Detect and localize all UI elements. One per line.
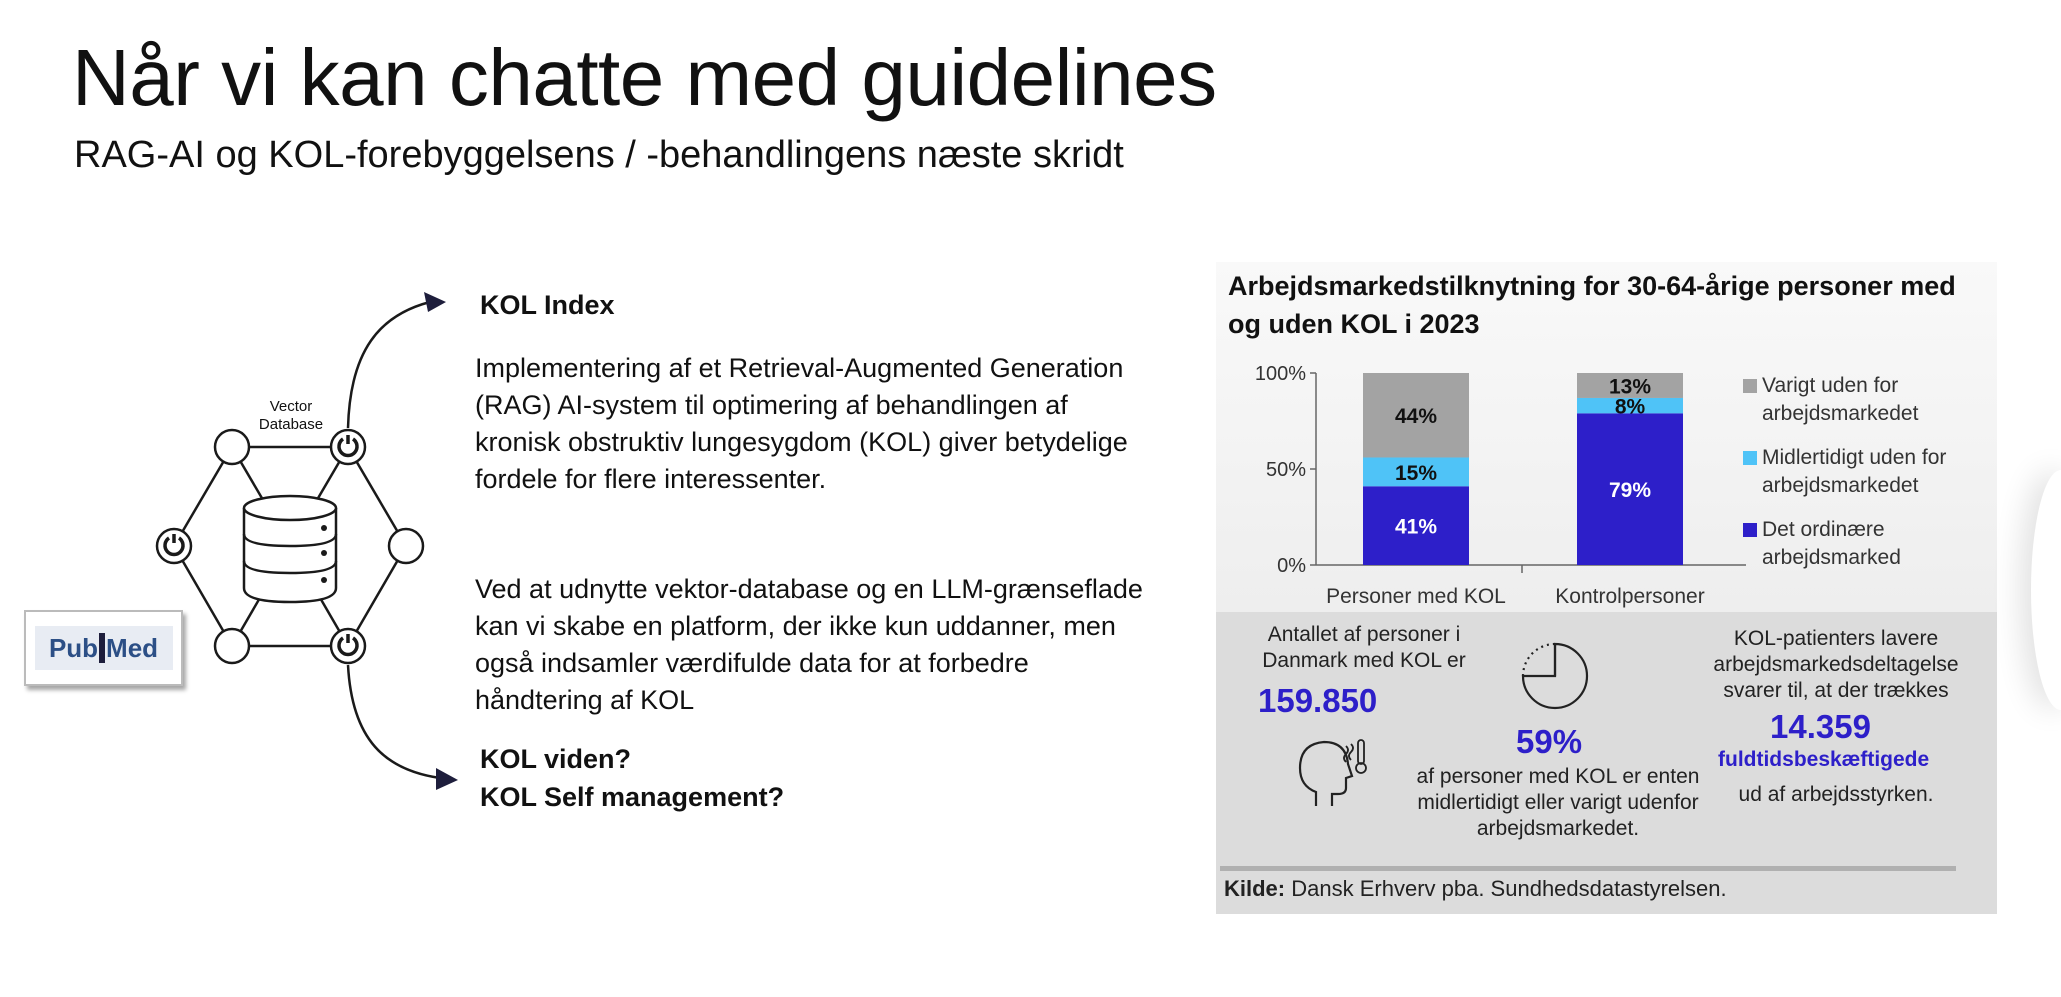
body-paragraph-1: Implementering af et Retrieval-Augmented…: [475, 353, 1128, 494]
vector-database-diagram: Vector Database: [0, 250, 480, 850]
source-divider: [1220, 866, 1956, 871]
body-paragraph-2: Ved at udnytte vektor-database og en LLM…: [475, 574, 1143, 715]
legend-label: Varigt uden for: [1762, 374, 1898, 397]
bar-data-label: 13%: [1609, 375, 1651, 398]
legend-label: Det ordinære: [1762, 518, 1885, 541]
page-edge-shadow: [2031, 470, 2061, 710]
bar-data-label: 15%: [1395, 462, 1437, 485]
db-label-line-1: Vector: [269, 398, 313, 415]
y-tick-label: 100%: [1255, 363, 1306, 385]
legend-swatch: [1743, 523, 1757, 537]
count-intro-text: Antallet af personer i Danmark med KOL e…: [1262, 623, 1466, 672]
legend-swatch: [1743, 379, 1757, 393]
y-tick-label: 0%: [1277, 555, 1306, 577]
logo-text-right: Med: [106, 632, 159, 663]
share-text: af personer med KOL er enten midlertidig…: [1416, 765, 1700, 840]
bar-data-label: 44%: [1395, 405, 1437, 428]
logo-bar-icon: [99, 633, 106, 663]
person-fever-icon: [1298, 739, 1367, 806]
chart-panel: 100% 50% 0% 41% 15% 44% Personer med KOL 79% 8% 1…: [1216, 262, 1997, 612]
infographic-panel: 100% 50% 0% 41% 15% 44% Personer med KOL 79% 8% 1…: [1216, 262, 1997, 914]
vector-database-label: Vector Database: [231, 398, 351, 434]
fte-unit: fuldtidsbeskæftigede: [1718, 748, 1930, 771]
share-value: 59%: [1516, 723, 1583, 760]
y-tick-label: 50%: [1266, 459, 1306, 481]
kol-index-label: KOL Index: [480, 290, 615, 320]
legend-label-cont: arbejdsmarkedet: [1762, 402, 1919, 425]
chart-title: Arbejdsmarkedstilknytning for 30-64-årig…: [1228, 271, 1956, 339]
kol-self-management-label: KOL Self management?: [480, 782, 785, 812]
bar-data-label: 8%: [1615, 396, 1646, 419]
network-graph-icon: [155, 292, 458, 790]
legend-label-cont: arbejdsmarkedet: [1762, 474, 1919, 497]
slide-title: Når vi kan chatte med guidelines: [72, 33, 1217, 122]
db-label-line-2: Database: [258, 416, 324, 433]
slide-subtitle: RAG-AI og KOL-forebyggelsens / -behandli…: [74, 134, 1124, 176]
pubmed-logo: Pub Med: [24, 610, 183, 686]
kol-viden-label: KOL viden?: [480, 744, 632, 774]
source-line: Kilde: Dansk Erhverv pba. Sundhedsdatast…: [1224, 876, 1727, 902]
source-label: Kilde:: [1224, 876, 1286, 901]
fte-intro-text: KOL-patienters lavere arbejdsmarkedsdelt…: [1713, 627, 1959, 702]
bar-data-label: 41%: [1395, 516, 1437, 539]
legend-label-cont: arbejdsmarked: [1762, 546, 1901, 569]
fte-outro-text: ud af arbejdsstyrken.: [1738, 783, 1934, 806]
fte-value: 14.359: [1770, 708, 1871, 745]
bar-data-label: 79%: [1609, 479, 1651, 502]
count-value: 159.850: [1258, 682, 1378, 719]
logo-text-left: Pub: [48, 632, 99, 663]
pie-clock-icon: [1521, 642, 1589, 710]
source-text: Dansk Erhverv pba. Sundhedsdatastyrelsen…: [1291, 876, 1727, 901]
legend-label: Midlertidigt uden for: [1762, 446, 1946, 469]
legend-swatch: [1743, 451, 1757, 465]
x-category-label: Personer med KOL: [1326, 585, 1506, 608]
x-category-label: Kontrolpersoner: [1555, 585, 1704, 608]
